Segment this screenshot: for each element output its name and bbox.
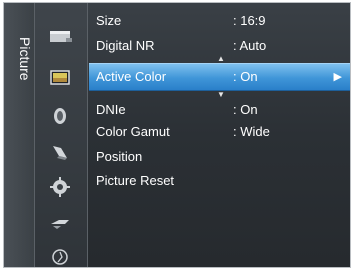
menu-item-position[interactable]: Position bbox=[89, 146, 350, 168]
picture-menu-panel: Picture Size: 16:9 Digital NR: Auto ▲ … bbox=[3, 2, 351, 268]
channel-icon[interactable] bbox=[47, 140, 75, 164]
application-icon[interactable] bbox=[47, 245, 75, 267]
menu-item-value: : On bbox=[233, 69, 258, 84]
picture-icon[interactable] bbox=[47, 66, 75, 90]
input-icon[interactable] bbox=[47, 211, 75, 235]
menu-item-label: Color Gamut bbox=[96, 124, 170, 139]
menu-category-tab: Picture bbox=[4, 3, 35, 267]
menu-item-label: Digital NR bbox=[96, 38, 155, 53]
scroll-up-indicator: ▲ bbox=[217, 54, 225, 63]
menu-item-label: Picture Reset bbox=[96, 173, 175, 188]
scroll-down-indicator: ▼ bbox=[217, 90, 225, 99]
osd-frame: Picture Size: 16:9 Digital NR: Auto ▲ … bbox=[0, 0, 359, 269]
menu-item-label: Position bbox=[96, 149, 143, 164]
picture-menu-list: Size : 16:9 Digital NR : Auto ▲ Active C… bbox=[89, 3, 350, 267]
sound-icon[interactable] bbox=[47, 104, 75, 128]
menu-item-value: : 16:9 bbox=[233, 13, 266, 28]
setup-icon[interactable] bbox=[47, 175, 75, 199]
menu-item-active-color[interactable]: Active Color : On ▶ bbox=[89, 63, 350, 91]
menu-item-color-gamut[interactable]: Color Gamut : Wide bbox=[89, 121, 350, 143]
menu-category-title: Picture bbox=[17, 37, 33, 81]
picture-input-icon[interactable] bbox=[47, 25, 75, 49]
menu-item-label: Size bbox=[96, 13, 122, 28]
chevron-right-icon: ▶ bbox=[333, 71, 342, 83]
menu-item-label: Active Color bbox=[96, 69, 167, 84]
menu-item-label: DNIe bbox=[96, 102, 126, 117]
menu-item-value: : Auto bbox=[233, 38, 267, 53]
menu-item-size[interactable]: Size : 16:9 bbox=[89, 10, 350, 32]
menu-item-value: : On bbox=[233, 102, 258, 117]
menu-item-dnie[interactable]: DNIe : On bbox=[89, 99, 350, 121]
menu-item-value: : Wide bbox=[233, 124, 270, 139]
menu-item-picture-reset[interactable]: Picture Reset bbox=[89, 170, 350, 192]
menu-icon-column bbox=[35, 3, 88, 267]
